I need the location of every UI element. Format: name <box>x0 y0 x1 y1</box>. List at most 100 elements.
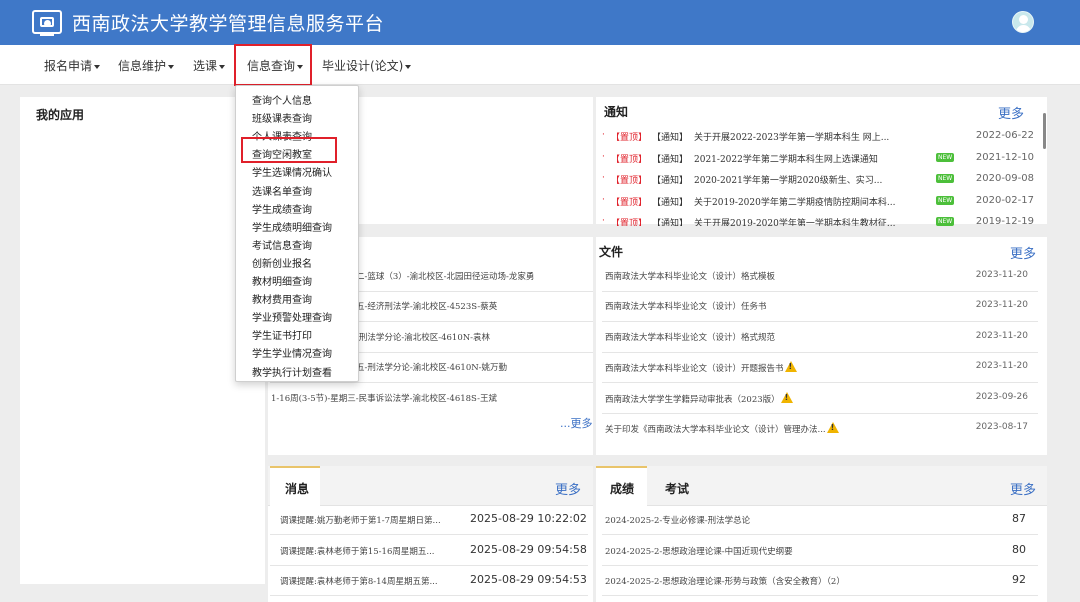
file-title[interactable]: 西南政法大学本科毕业论文（设计）格式规范 <box>605 331 775 343</box>
dropdown-item[interactable]: 查询个人信息 <box>252 92 312 107</box>
notice-text[interactable]: 关于开展2019-2020学年第一学期本科生教材征... <box>694 216 904 226</box>
notice-scrollbar[interactable] <box>1043 113 1046 149</box>
dropdown-item[interactable]: 班级课表查询 <box>252 110 312 125</box>
message-text[interactable]: 调课提醒:袁林老师于第15-16周星期五... <box>280 545 465 557</box>
tab-grades[interactable]: 成绩 <box>610 480 634 497</box>
pinned-tag: 【置顶】 <box>611 133 648 143</box>
nav-item-info-maintain[interactable]: 信息维护 <box>118 57 175 74</box>
file-date: 2023-11-20 <box>975 361 1028 372</box>
dropdown-item[interactable]: 学生选课情况确认 <box>252 164 332 179</box>
course-text: -刑法学分论-渝北校区-4610N-袁林 <box>356 332 491 343</box>
course-row[interactable]: 1-16周(3-5节)-星期三-民事诉讼法学-渝北校区-4618S-王斌 <box>270 384 593 414</box>
bullet-icon: · <box>602 194 605 205</box>
message-row[interactable]: 调课提醒:袁林老师于第8-14周星期五第... 2025-08-29 09:54:… <box>270 566 588 596</box>
file-row[interactable]: 关于印发《西南政法大学本科毕业论文（设计）管理办法... 2023-08-17 <box>602 414 1038 444</box>
dropdown-item[interactable]: 教学执行计划查看 <box>252 364 332 379</box>
file-title-text: 关于印发《西南政法大学本科毕业论文（设计）管理办法... <box>605 425 826 435</box>
file-title[interactable]: 关于印发《西南政法大学本科毕业论文（设计）管理办法... <box>605 422 839 435</box>
notice-date: 2020-09-08 <box>975 173 1034 185</box>
grades-tabbar <box>596 466 1047 506</box>
notice-type: 【通知】 <box>652 176 689 187</box>
dropdown-item[interactable]: 教材明细查询 <box>252 273 312 288</box>
file-title-text: 西南政法大学本科毕业论文（设计）格式模板 <box>605 272 776 282</box>
message-row[interactable]: 调课提醒:袁林老师于第15-16周星期五... 2025-08-29 09:54:… <box>270 536 588 566</box>
notice-row[interactable]: · 【置顶】 【通知】 2021-2022学年第二学期本科生网上选课通知 NEW 2021… <box>602 152 1034 174</box>
message-time: 2025-08-29 09:54:53 <box>470 573 587 586</box>
dropdown-item[interactable]: 创新创业报名 <box>252 255 312 270</box>
files-title: 文件 <box>599 245 624 259</box>
file-row[interactable]: 西南政法大学本科毕业论文（设计）任务书 2023-11-20 <box>602 292 1038 323</box>
caret-down-icon <box>168 64 175 69</box>
nav-item-register[interactable]: 报名申请 <box>44 57 101 74</box>
new-badge: NEW <box>936 217 955 227</box>
notice-type: 【通知】 <box>652 154 689 165</box>
nav-item-thesis[interactable]: 毕业设计(论文) <box>322 57 412 74</box>
messages-more-link[interactable]: 更多 <box>555 479 581 498</box>
file-title[interactable]: 西南政法大学学生学籍异动审批表（2023版） <box>605 391 793 405</box>
caret-down-icon <box>94 64 101 69</box>
grade-row[interactable]: 2024-2025-2-思想政治理论课-形势与政策（含安全教育）（2） 92 <box>602 566 1038 596</box>
user-avatar[interactable] <box>1012 11 1034 33</box>
warning-icon <box>826 422 839 433</box>
dropdown-item[interactable]: 学生证书打印 <box>252 327 312 342</box>
notice-date: 2022-06-22 <box>975 130 1034 141</box>
notice-text[interactable]: 关于开展2022-2023学年第一学期本科生 网上... <box>694 130 904 143</box>
file-date: 2023-11-20 <box>975 300 1028 311</box>
pinned-tag: 【置顶】 <box>611 176 648 187</box>
nav-item-course-select[interactable]: 选课 <box>193 57 226 74</box>
dropdown-item[interactable]: 学业预警处理查询 <box>252 309 332 324</box>
new-badge: NEW <box>936 195 955 205</box>
logo-icon <box>32 10 62 34</box>
grade-row[interactable]: 2024-2025-2-思想政治理论课-中国近现代史纲要 80 <box>602 536 1038 566</box>
notice-row[interactable]: · 【置顶】 【通知】 关于开展2019-2020学年第一学期本科生教材征... NEW… <box>602 216 1034 227</box>
bullet-icon: · <box>602 151 605 162</box>
files-more-link[interactable]: 更多 <box>1010 243 1036 262</box>
file-row[interactable]: 西南政法大学本科毕业论文（设计）格式规范 2023-11-20 <box>602 323 1038 353</box>
file-row[interactable]: 西南政法大学本科毕业论文（设计）格式模板 2023-11-20 <box>602 262 1038 292</box>
dropdown-item[interactable]: 选课名单查询 <box>252 183 312 198</box>
notice-row[interactable]: · 【置顶】 【通知】 2020-2021学年第一学期2020级新生、实习... NEW… <box>602 173 1034 195</box>
file-date: 2023-08-17 <box>975 422 1028 432</box>
bullet-icon: · <box>602 173 605 184</box>
dropdown-item[interactable]: 教材费用查询 <box>252 291 312 306</box>
file-title[interactable]: 西南政法大学本科毕业论文（设计）格式模板 <box>605 270 775 282</box>
notice-type: 【通知】 <box>652 197 689 208</box>
dropdown-item[interactable]: 学生成绩明细查询 <box>252 219 332 234</box>
message-time: 2025-08-29 10:22:02 <box>470 512 587 525</box>
file-date: 2023-09-26 <box>975 391 1028 402</box>
tab-messages[interactable]: 消息 <box>285 480 309 497</box>
notice-text[interactable]: 2021-2022学年第二学期本科生网上选课通知 <box>694 152 904 165</box>
pinned-tag: 【置顶】 <box>611 219 648 227</box>
file-row[interactable]: 西南政法大学学生学籍异动审批表（2023版） 2023-09-26 <box>602 384 1038 414</box>
info-query-dropdown: 查询个人信息 班级课表查询 个人课表查询 查询空闲教室 学生选课情况确认 选课名单查询 学生… <box>235 85 359 382</box>
courses-more-link[interactable]: ...更多 <box>560 415 593 431</box>
dropdown-item[interactable]: 考试信息查询 <box>252 237 312 252</box>
file-title[interactable]: 西南政法大学本科毕业论文（设计）开题报告书 <box>605 361 797 374</box>
notice-row[interactable]: · 【置顶】 【通知】 关于2019-2020学年第二学期疫情防控期间本科... NEW… <box>602 195 1034 217</box>
new-badge: NEW <box>936 174 955 184</box>
notice-text[interactable]: 关于2019-2020学年第二学期疫情防控期间本科... <box>694 195 904 208</box>
warning-icon <box>780 391 793 403</box>
file-title-text: 西南政法大学本科毕业论文（设计）开题报告书 <box>605 364 784 375</box>
logo-stand <box>40 33 54 36</box>
highlight-box-nav <box>234 44 312 86</box>
file-title[interactable]: 西南政法大学本科毕业论文（设计）任务书 <box>605 300 767 312</box>
message-text[interactable]: 调课提醒:姚万勤老师于第1-7周星期日第... <box>280 514 465 526</box>
dropdown-item[interactable]: 学生学业情况查询 <box>252 345 332 360</box>
course-name: 2024-2025-2-思想政治理论课-中国近现代史纲要 <box>605 546 793 557</box>
tab-exams[interactable]: 考试 <box>665 480 689 497</box>
message-text[interactable]: 调课提醒:袁林老师于第8-14周星期五第... <box>280 575 465 587</box>
file-row[interactable]: 西南政法大学本科毕业论文（设计）开题报告书 2023-11-20 <box>602 353 1038 384</box>
course-name: 2024-2025-2-专业必修课-刑法学总论 <box>605 516 751 526</box>
my-apps-title: 我的应用 <box>36 108 85 122</box>
grades-more-link[interactable]: 更多 <box>1010 479 1036 498</box>
notice-row[interactable]: · 【置顶】 【通知】 关于开展2022-2023学年第一学期本科生 网上... 202… <box>602 130 1034 152</box>
bullet-icon: · <box>602 216 605 227</box>
message-row[interactable]: 调课提醒:姚万勤老师于第1-7周星期日第... 2025-08-29 10:22:… <box>270 505 588 535</box>
top-header: 西南政法大学教学管理信息服务平台 <box>0 0 1080 45</box>
notice-more-link[interactable]: 更多 <box>998 103 1024 122</box>
grade-row[interactable]: 2024-2025-2-专业必修课-刑法学总论 87 <box>602 505 1038 535</box>
notice-text[interactable]: 2020-2021学年第一学期2020级新生、实习... <box>694 173 904 186</box>
dropdown-item[interactable]: 学生成绩查询 <box>252 201 312 216</box>
notice-date: 2020-02-17 <box>975 194 1034 206</box>
